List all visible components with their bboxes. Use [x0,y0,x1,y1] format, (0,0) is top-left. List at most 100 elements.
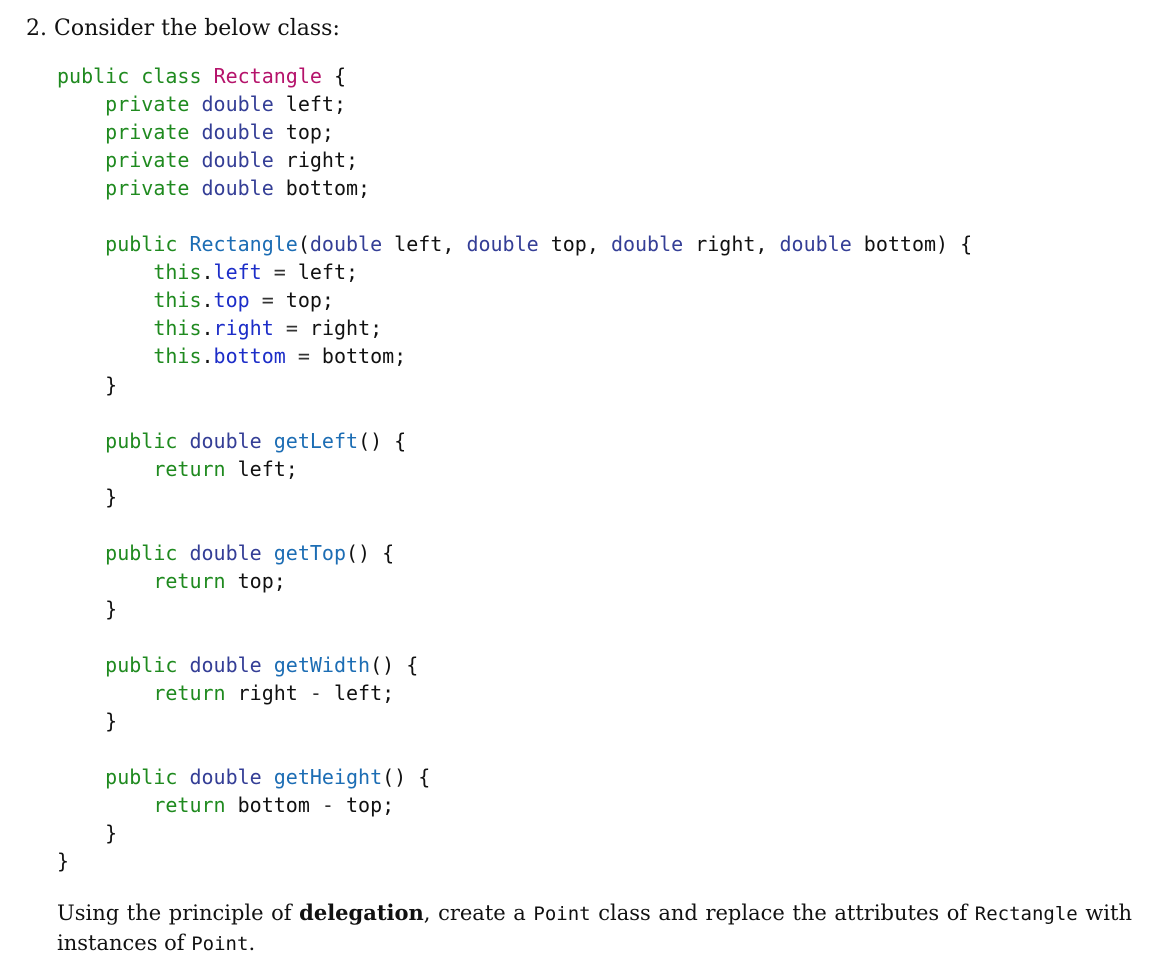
code-text: () { [370,652,419,677]
code-text: top; [333,793,395,818]
code-line: private double right; [57,146,972,174]
code-text: ( [297,232,310,257]
code-type: double [610,232,684,257]
code-line: this.bottom = bottom; [57,342,972,370]
code-text: bottom [225,793,322,818]
code-text: . [201,260,214,285]
code-line: this.top = top; [57,286,972,314]
code-text: left; [225,456,298,481]
question-header: 2. Consider the below class: [26,14,340,44]
code-method-name: Rectangle [189,232,298,257]
instruction-paragraph: Using the principle of delegation, creat… [57,898,1132,959]
code-text: } [57,849,70,874]
code-operator: = [285,316,298,341]
code-line: return top; [57,567,972,595]
code-keyword: class [141,64,202,88]
code-block: public class Rectangle { private double … [57,62,972,875]
code-text: left; [285,260,359,285]
instruction-text: class and replace the attributes of [590,901,975,925]
code-type: double [201,176,274,201]
code-line: public double getTop() { [57,539,972,567]
code-type: double [309,232,383,257]
code-line: public double getLeft() { [57,427,972,455]
code-text: right, [683,232,780,257]
code-line: public double getHeight() { [57,763,972,791]
code-method-name: getLeft [273,428,359,453]
code-text: bottom) { [851,232,973,257]
code-method-name: getTop [273,540,347,565]
code-text: right [225,681,310,706]
code-text: () { [346,540,395,565]
code-method-name: getHeight [273,765,383,790]
code-field: right [213,316,274,341]
code-text: . [201,344,214,369]
code-line: private double left; [57,90,972,118]
code-type: double [189,540,262,565]
code-type: double [189,652,262,677]
code-text: top, [538,232,611,257]
code-line: } [57,483,972,511]
code-text: () { [358,428,407,453]
code-text: left; [321,681,395,706]
code-keyword: public [105,428,178,453]
code-line: this.right = right; [57,314,972,342]
code-keyword: this [153,288,202,313]
code-text: bottom; [273,176,371,201]
code-line: } [57,847,972,875]
code-text: right; [297,316,383,341]
code-text: top; [273,120,334,145]
code-line: public class Rectangle { [57,62,972,90]
code-text: } [57,821,118,846]
code-keyword: return [153,568,226,593]
code-line: private double bottom; [57,174,972,202]
code-line: public Rectangle(double left, double top… [57,230,972,258]
code-operator: = [261,288,274,313]
code-operator: - [309,681,322,706]
inline-code-point: Point [533,903,591,925]
code-field: top [213,288,250,313]
code-text: left; [273,92,347,117]
code-line: } [57,595,972,623]
code-keyword: return [153,456,226,481]
code-method-name: getWidth [273,652,371,677]
code-operator: = [297,344,310,369]
code-type: double [189,428,262,453]
code-text: right; [273,148,359,173]
code-keyword: this [153,344,202,369]
question-number: 2. [26,16,47,41]
code-keyword: return [153,793,226,818]
code-line: return left; [57,455,972,483]
code-type: double [201,120,274,145]
code-text: top; [225,568,286,593]
code-text: left, [382,232,467,257]
code-line: public double getWidth() { [57,651,972,679]
code-operator: - [321,793,334,818]
code-class-name: Rectangle [213,64,322,88]
code-operator: = [273,260,286,285]
